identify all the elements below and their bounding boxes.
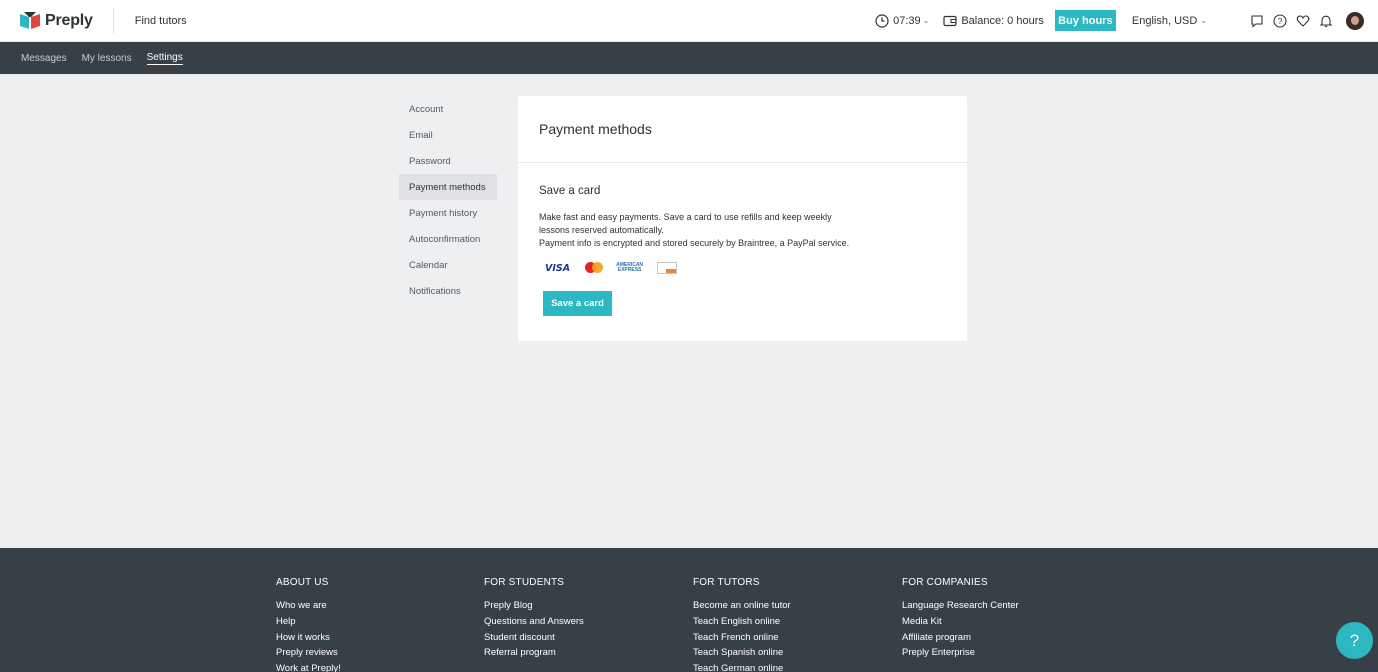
mastercard-logo-icon	[585, 262, 604, 274]
footer-heading: FOR TUTORS	[693, 577, 760, 588]
footer-link[interactable]: Become an online tutor	[693, 600, 791, 616]
subnav-settings[interactable]: Settings	[146, 52, 183, 65]
buy-hours-button[interactable]: Buy hours	[1054, 10, 1116, 31]
footer-link[interactable]: Student discount	[484, 632, 584, 648]
footer-column-companies: FOR COMPANIES Language Research Center M…	[902, 577, 1019, 663]
sidebar-item-payment-history[interactable]: Payment history	[399, 200, 497, 226]
footer-link[interactable]: Questions and Answers	[484, 616, 584, 632]
subnav-my-lessons[interactable]: My lessons	[82, 53, 132, 64]
header-divider	[112, 7, 114, 34]
payment-description: Make fast and easy payments. Save a card…	[539, 211, 849, 250]
card-logos: VISA AMERICAN EXPRESS	[545, 260, 946, 276]
footer-column-tutors: FOR TUTORS Become an online tutor Teach …	[693, 577, 791, 672]
footer-link[interactable]: Teach Spanish online	[693, 647, 791, 663]
description-line: lessons reserved automatically.	[539, 225, 664, 235]
footer-link[interactable]: Media Kit	[902, 616, 1019, 632]
page-title: Payment methods	[539, 121, 652, 137]
sidebar-item-password[interactable]: Password	[399, 148, 497, 174]
footer-link[interactable]: Who we are	[276, 600, 341, 616]
help-chat-button[interactable]: ?	[1336, 622, 1373, 659]
sidebar-item-notifications[interactable]: Notifications	[399, 278, 497, 304]
amex-logo-icon: AMERICAN EXPRESS	[616, 263, 643, 273]
card-body: Save a card Make fast and easy payments.…	[518, 163, 967, 316]
subnav-messages[interactable]: Messages	[21, 53, 67, 64]
balance-display[interactable]: Balance: 0 hours	[943, 15, 1044, 27]
footer-link[interactable]: How it works	[276, 632, 341, 648]
amex-logo-text: EXPRESS	[617, 267, 642, 273]
clock-icon	[875, 13, 889, 28]
discover-logo-icon	[657, 262, 678, 274]
section-title: Save a card	[539, 185, 601, 197]
footer-heading: FOR COMPANIES	[902, 577, 988, 588]
footer-link[interactable]: Preply Blog	[484, 600, 584, 616]
heart-icon[interactable]	[1295, 13, 1311, 29]
description-line: Payment info is encrypted and stored sec…	[539, 238, 850, 248]
payment-methods-card: Payment methods Save a card Make fast an…	[518, 96, 967, 341]
language-value: English, USD	[1131, 14, 1198, 27]
wallet-icon	[943, 15, 957, 26]
footer-link[interactable]: Preply reviews	[276, 647, 341, 663]
time-selector[interactable]: 07:39 ⌄	[875, 13, 930, 28]
footer-link[interactable]: Affiliate program	[902, 632, 1019, 648]
chat-icon[interactable]	[1249, 13, 1265, 29]
footer-link[interactable]: Teach French online	[693, 632, 791, 648]
preply-logo-icon	[20, 11, 40, 29]
brand-name: Preply	[45, 11, 93, 29]
find-tutors-link[interactable]: Find tutors	[135, 15, 187, 27]
sidebar-item-calendar[interactable]: Calendar	[399, 252, 497, 278]
account-subnav: Messages My lessons Settings	[0, 42, 1378, 74]
footer-heading: ABOUT US	[276, 577, 329, 588]
help-icon[interactable]: ?	[1272, 13, 1288, 29]
preply-logo[interactable]: Preply	[20, 11, 93, 30]
bell-icon[interactable]	[1318, 13, 1334, 29]
footer-column-students: FOR STUDENTS Preply Blog Questions and A…	[484, 577, 584, 663]
sidebar-item-payment-methods[interactable]: Payment methods	[399, 174, 497, 200]
svg-text:?: ?	[1278, 17, 1283, 26]
save-card-button[interactable]: Save a card	[543, 291, 612, 316]
footer-link[interactable]: Teach German online	[693, 663, 791, 672]
footer-link[interactable]: Teach English online	[693, 616, 791, 632]
footer-link[interactable]: Preply Enterprise	[902, 647, 1019, 663]
footer: ABOUT US Who we are Help How it works Pr…	[0, 548, 1378, 672]
card-header: Payment methods	[518, 96, 967, 163]
footer-link[interactable]: Language Research Center	[902, 600, 1019, 616]
balance-text: Balance: 0 hours	[961, 14, 1044, 27]
user-avatar[interactable]	[1346, 11, 1364, 30]
footer-link[interactable]: Work at Preply!	[276, 663, 341, 672]
chevron-down-icon: ⌄	[922, 16, 930, 25]
sidebar-item-autoconfirmation[interactable]: Autoconfirmation	[399, 226, 497, 252]
visa-logo-icon: VISA	[545, 262, 571, 274]
top-header: Preply Find tutors 07:39 ⌄ Balance: 0 ho…	[0, 0, 1378, 42]
footer-column-about: ABOUT US Who we are Help How it works Pr…	[276, 577, 341, 672]
description-line: Make fast and easy payments. Save a card…	[539, 212, 832, 222]
sidebar-item-email[interactable]: Email	[399, 122, 497, 148]
time-value: 07:39	[893, 14, 921, 27]
language-currency-selector[interactable]: English, USD ⌄	[1132, 15, 1207, 27]
sidebar-item-account[interactable]: Account	[399, 96, 497, 122]
chevron-down-icon: ⌄	[1200, 16, 1207, 25]
footer-link[interactable]: Help	[276, 616, 341, 632]
footer-link[interactable]: Referral program	[484, 647, 584, 663]
settings-sidebar: Account Email Password Payment methods P…	[399, 96, 497, 304]
footer-heading: FOR STUDENTS	[484, 577, 565, 588]
